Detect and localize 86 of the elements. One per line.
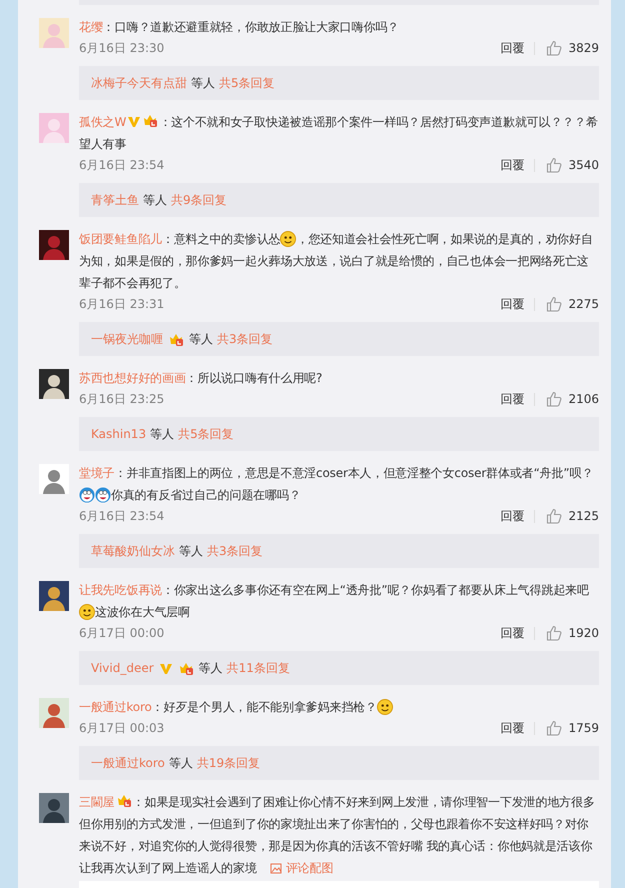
comment-text: 堂境子：并非直指图上的两位，意思是不意淫coser本人，但意淫整个女coser群体或者“舟批”呗？ 你真的有反省过自己的问题在哪吗？ [79,465,594,505]
reply-link[interactable]: 回覆 [500,296,524,312]
verified-icon [127,115,140,128]
avatar [39,581,69,611]
more-replies-link[interactable]: 共19条回复 [196,754,260,772]
avatar [39,113,69,143]
reply-link[interactable]: 回覆 [500,390,524,408]
comment-text: 让我先吃饭再说：你家出这么多事你还有空在网上“透舟批”呢？你妈看了都要从床上气得跳起来吧 这波你在大气层啊 [79,582,590,622]
reply-users-label: 等人 [150,426,174,442]
avatar [39,18,69,48]
username-link[interactable]: Vivid_deer [91,661,154,675]
username-link[interactable]: 一般通过koro [91,754,165,772]
avatar [39,464,69,494]
avatar [39,369,69,399]
comment-date: 6月17日 00:00 [79,624,164,642]
crown-icon [178,660,194,676]
thumbs-up-icon [546,157,562,173]
username-link[interactable]: 三閫屋 [79,795,115,809]
comment-date: 6月16日 23:31 [79,296,164,312]
like-button[interactable]: 2125 [545,508,599,524]
username-link[interactable]: 孤佚之W [79,115,126,129]
username-link[interactable]: 一锅夜光咖喱 [91,330,163,348]
like-button[interactable]: 3540 [545,157,599,173]
username-link[interactable]: 青筝土鱼 [91,192,139,208]
like-button[interactable]: 1920 [545,625,599,641]
username-link[interactable]: Kashin13 [91,427,146,441]
image-icon [270,863,282,874]
crown-icon [142,113,158,128]
reply-users-label: 等人 [168,754,193,772]
like-button[interactable]: 3829 [545,40,599,56]
comment-text: 孤佚之W ：这个不就和女子取快递被造谣那个案件一样吗？居然打码变声道歉就可以？？？希望人有事 [79,112,599,153]
username-link[interactable]: 苏西也想好好的画画 [79,371,186,385]
comment-date: 6月16日 23:30 [79,40,164,56]
like-button[interactable]: 2106 [545,391,599,407]
comment-text: 饭团要鲑鱼陷儿：意料之中的卖惨认怂 ，您还知道会社会性死亡啊，如果说的是真的，劝你好自为知，如果是假的，那你爹妈一起火葬场大放送，说白了就是给惯的，自己也体会一把网络死亡这辈子都不会再犯了。 [79,230,594,292]
username-link[interactable]: 冰梅子今天有点甜 [91,74,187,92]
comment-text: 苏西也想好好的画画：所以说口嗨有什么用呢? [79,370,324,387]
smiley-icon [376,699,393,715]
username-link[interactable]: 饭团要鲑鱼陷儿 [79,232,162,246]
reply-users-label: 等人 [189,330,213,348]
smiley-icon [79,604,95,620]
username-link[interactable]: 草莓酸奶仙女冰 [91,542,175,560]
username-link[interactable]: 一般通过koro [79,700,152,714]
verified-icon [158,662,172,674]
comment-text: 三閫屋 ：如果是现实社会遇到了困难让你心情不好来到网上发泄，请你理智一下发泄的地方很多但你用别的方式发泄，一但追到了你的家境扯出来了你害怕的，父母也跟着你不安这样好吗？对你来说不好，对追究你的人觉得很赞，那是因为你真的活该不管好嘴 我的真心话：你他妈就是活该你让我再次认到了网上造谣人的家境 评论配图 [79,792,596,877]
reply-link[interactable]: 回覆 [500,40,524,56]
cartoon-face-icon [95,487,111,503]
thumbs-up-icon [546,296,562,312]
more-replies-link[interactable]: 共9条回复 [171,192,227,208]
comment-text: 一般通过koro：好歹是个男人，能不能别拿爹妈来挡枪？ [79,696,599,718]
more-replies-link[interactable]: 共5条回复 [219,74,275,92]
more-replies-link[interactable]: 共3条回复 [207,542,263,560]
reply-users-label: 等人 [191,74,215,92]
reply-users-label: 等人 [179,542,203,560]
thumbs-up-icon [546,40,562,56]
comment-date: 6月16日 23:54 [79,156,164,174]
image-link[interactable]: 评论配图 [268,861,334,875]
avatar [39,230,69,260]
avatar [39,698,69,728]
comment-text: 花缨：口嗨？道歉还避重就轻，你敢放正脸让大家口嗨你吗？ [79,19,400,36]
reply-link[interactable]: 回覆 [500,720,524,736]
reply-link[interactable]: 回覆 [500,624,524,642]
crown-icon [168,332,184,346]
reply-users-label: 等人 [198,660,223,676]
reply-link[interactable]: 回覆 [500,508,524,524]
reply-link[interactable]: 回覆 [500,156,524,174]
thumbs-up-icon [546,720,562,736]
more-replies-link[interactable]: 共3条回复 [217,330,273,348]
username-link[interactable]: 让我先吃饭再说 [79,583,162,597]
username-link[interactable]: 堂境子 [79,466,115,480]
comment-date: 6月16日 23:25 [79,390,164,408]
like-button[interactable]: 1759 [545,720,599,736]
cartoon-face-icon [79,487,95,503]
crown-icon [116,793,132,808]
username-link[interactable]: 花缨 [79,20,103,34]
like-button[interactable]: 2275 [545,296,599,312]
reply-users-label: 等人 [143,192,167,208]
more-replies-link[interactable]: 共11条回复 [226,660,290,676]
thumbs-up-icon [546,625,562,641]
comment-date: 6月17日 00:03 [79,720,164,736]
avatar [39,793,69,823]
smiley-icon [280,231,296,247]
more-replies-link[interactable]: 共5条回复 [178,426,234,442]
comment-date: 6月16日 23:54 [79,508,164,524]
thumbs-up-icon [546,508,562,524]
thumbs-up-icon [546,391,562,407]
